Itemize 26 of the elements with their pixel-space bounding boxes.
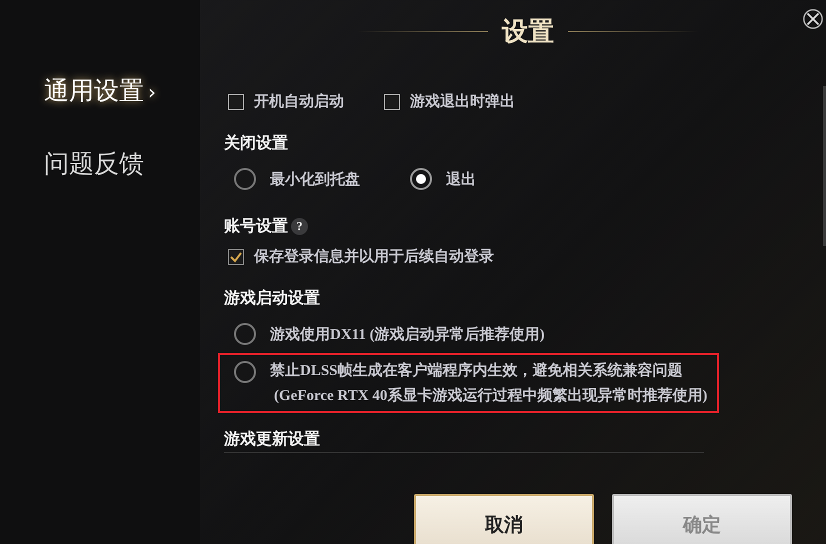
checkbox[interactable] xyxy=(228,94,244,110)
sidebar-item[interactable]: 问题反馈 xyxy=(44,147,144,180)
option-label: 禁止DLSS帧生成在客户端程序内生效，避免相关系统兼容问题 xyxy=(270,361,684,380)
section-title: 关闭设置 xyxy=(224,133,288,154)
window-title: 设置 xyxy=(502,16,554,48)
section-title: 游戏启动设置 xyxy=(224,288,320,309)
option-label: 最小化到托盘 xyxy=(270,170,360,188)
radio-button[interactable] xyxy=(234,361,256,383)
radio-button[interactable] xyxy=(234,168,256,190)
option-label: 保存登录信息并以用于后续自动登录 xyxy=(254,247,494,266)
section-title: 账号设置 xyxy=(224,216,288,237)
help-icon[interactable]: ? xyxy=(291,218,308,235)
option-note: (GeForce RTX 40系显卡游戏运行过程中频繁出现异常时推荐使用) xyxy=(274,386,708,405)
scrollbar[interactable] xyxy=(823,86,826,246)
option-label: 游戏退出时弹出 xyxy=(410,92,515,111)
close-icon[interactable] xyxy=(802,8,824,30)
checkbox[interactable] xyxy=(228,248,244,264)
checkbox[interactable] xyxy=(384,94,400,110)
sidebar-item[interactable]: 通用设置 › xyxy=(44,74,156,107)
option-label: 游戏使用DX11 (游戏启动异常后推荐使用) xyxy=(270,325,545,344)
radio-button[interactable] xyxy=(410,168,432,190)
section-title: 游戏更新设置 xyxy=(224,429,320,450)
option-label: 开机自动启动 xyxy=(254,92,344,111)
radio-button[interactable] xyxy=(234,323,256,345)
option-label: 退出 xyxy=(446,170,476,188)
cancel-button[interactable]: 取消 xyxy=(414,494,594,544)
